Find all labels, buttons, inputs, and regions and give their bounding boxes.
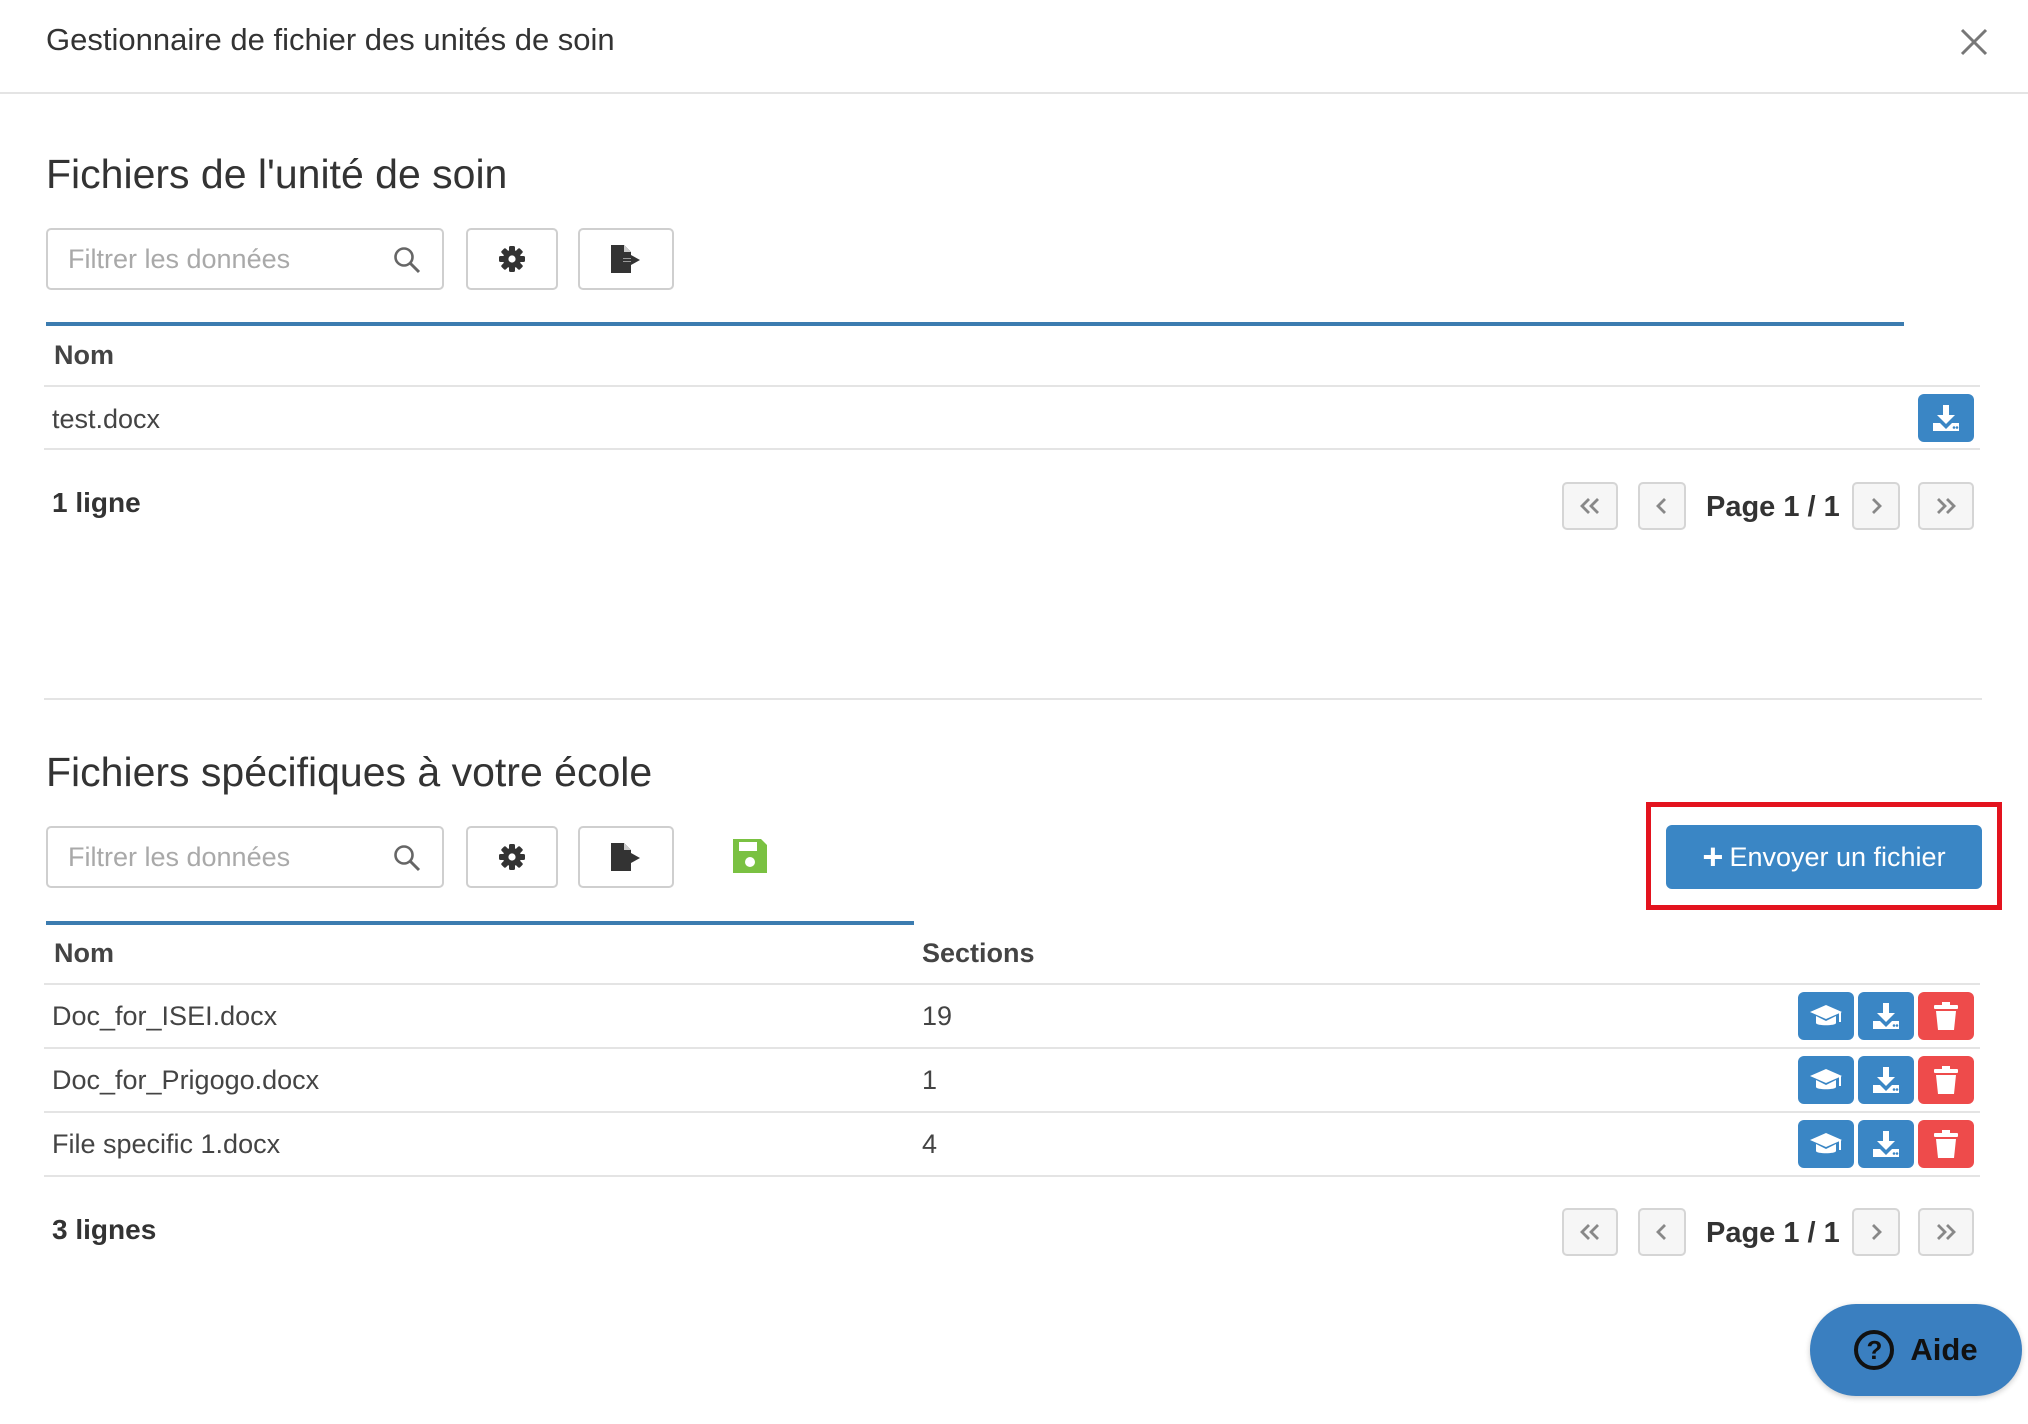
save-icon xyxy=(733,839,767,873)
unit-files-filter-input[interactable] xyxy=(68,238,368,280)
trash-icon xyxy=(1934,1130,1958,1158)
search-icon xyxy=(394,247,421,274)
chevron-left-icon xyxy=(1656,498,1666,514)
unit-files-page-indicator: Page 1 / 1 xyxy=(1706,491,1840,523)
unit-files-export-button[interactable] xyxy=(578,228,674,290)
school-files-table-top-border xyxy=(46,921,914,925)
chevron-right-icon xyxy=(1872,498,1882,514)
upload-file-button[interactable]: + Envoyer un fichier xyxy=(1666,825,1982,889)
row-divider xyxy=(44,448,1980,450)
school-file-delete-button[interactable] xyxy=(1918,1056,1974,1104)
download-icon xyxy=(1873,1067,1899,1093)
download-icon xyxy=(1873,1131,1899,1157)
double-chevron-left-icon xyxy=(1580,1224,1599,1240)
school-files-page-indicator: Page 1 / 1 xyxy=(1706,1217,1840,1249)
school-files-col-name: Nom xyxy=(54,938,114,968)
chevron-left-icon xyxy=(1656,1224,1666,1240)
graduation-cap-icon xyxy=(1810,1069,1842,1090)
modal-header: Gestionnaire de fichier des unités de so… xyxy=(0,0,2028,94)
unit-files-row-count: 1 ligne xyxy=(52,487,141,518)
upload-file-label: Envoyer un fichier xyxy=(1729,841,1946,872)
double-chevron-left-icon xyxy=(1580,498,1599,514)
school-file-assign-sections-button[interactable] xyxy=(1798,1120,1854,1168)
trash-icon xyxy=(1934,1002,1958,1030)
row-divider xyxy=(44,1111,1980,1113)
school-file-name: Doc_for_ISEI.docx xyxy=(52,1001,278,1031)
school-files-filter[interactable] xyxy=(46,826,444,888)
unit-files-next-page-button[interactable] xyxy=(1852,482,1900,530)
school-files-settings-button[interactable] xyxy=(466,826,558,888)
section-school-files-title: Fichiers spécifiques à votre école xyxy=(46,749,653,795)
close-icon xyxy=(1960,28,1988,56)
help-button[interactable]: ? Aide xyxy=(1810,1304,2022,1396)
row-divider xyxy=(44,1047,1980,1049)
unit-files-prev-page-button[interactable] xyxy=(1638,482,1686,530)
school-file-download-button[interactable] xyxy=(1858,992,1914,1040)
gear-icon xyxy=(499,246,525,272)
graduation-cap-icon xyxy=(1810,1005,1842,1026)
double-chevron-right-icon xyxy=(1937,1224,1956,1240)
school-file-delete-button[interactable] xyxy=(1918,992,1974,1040)
school-files-next-page-button[interactable] xyxy=(1852,1208,1900,1256)
section-separator xyxy=(44,698,1982,700)
school-file-download-button[interactable] xyxy=(1858,1056,1914,1104)
unit-files-filter[interactable] xyxy=(46,228,444,290)
double-chevron-right-icon xyxy=(1937,498,1956,514)
unit-files-settings-button[interactable] xyxy=(466,228,558,290)
close-button[interactable] xyxy=(1952,20,1996,64)
chevron-right-icon xyxy=(1872,1224,1882,1240)
school-file-delete-button[interactable] xyxy=(1918,1120,1974,1168)
help-icon: ? xyxy=(1854,1330,1895,1370)
download-icon xyxy=(1933,405,1959,431)
school-files-col-sections: Sections xyxy=(922,938,1035,968)
school-file-name: Doc_for_Prigogo.docx xyxy=(52,1065,320,1095)
search-icon xyxy=(394,845,421,872)
unit-file-download-button[interactable] xyxy=(1918,394,1974,442)
unit-file-name: test.docx xyxy=(52,404,161,434)
school-files-export-button[interactable] xyxy=(578,826,674,888)
school-files-first-page-button[interactable] xyxy=(1562,1208,1618,1256)
school-files-filter-input[interactable] xyxy=(68,836,368,878)
help-label: Aide xyxy=(1910,1332,1978,1367)
row-divider xyxy=(44,1175,1980,1177)
school-file-name: File specific 1.docx xyxy=(52,1129,281,1159)
trash-icon xyxy=(1934,1066,1958,1094)
modal-title: Gestionnaire de fichier des unités de so… xyxy=(46,22,615,57)
unit-files-last-page-button[interactable] xyxy=(1918,482,1974,530)
school-file-assign-sections-button[interactable] xyxy=(1798,992,1854,1040)
unit-files-col-name: Nom xyxy=(54,340,114,370)
plus-icon: + xyxy=(1702,836,1724,877)
school-file-sections: 4 xyxy=(922,1129,938,1159)
section-unit-files-title: Fichiers de l'unité de soin xyxy=(46,151,508,197)
school-files-prev-page-button[interactable] xyxy=(1638,1208,1686,1256)
graduation-cap-icon xyxy=(1810,1133,1842,1154)
school-files-last-page-button[interactable] xyxy=(1918,1208,1974,1256)
export-icon xyxy=(611,245,640,273)
school-files-row-count: 3 lignes xyxy=(52,1214,157,1245)
school-file-sections: 1 xyxy=(922,1065,938,1095)
download-icon xyxy=(1873,1003,1899,1029)
school-files-save-button[interactable] xyxy=(730,836,770,876)
school-file-sections: 19 xyxy=(922,1001,953,1031)
school-file-download-button[interactable] xyxy=(1858,1120,1914,1168)
unit-files-table-top-border xyxy=(46,322,1904,326)
school-file-assign-sections-button[interactable] xyxy=(1798,1056,1854,1104)
export-icon xyxy=(611,843,640,871)
row-divider xyxy=(44,983,1980,985)
unit-files-first-page-button[interactable] xyxy=(1562,482,1618,530)
row-divider xyxy=(44,385,1980,387)
gear-icon xyxy=(499,844,525,870)
